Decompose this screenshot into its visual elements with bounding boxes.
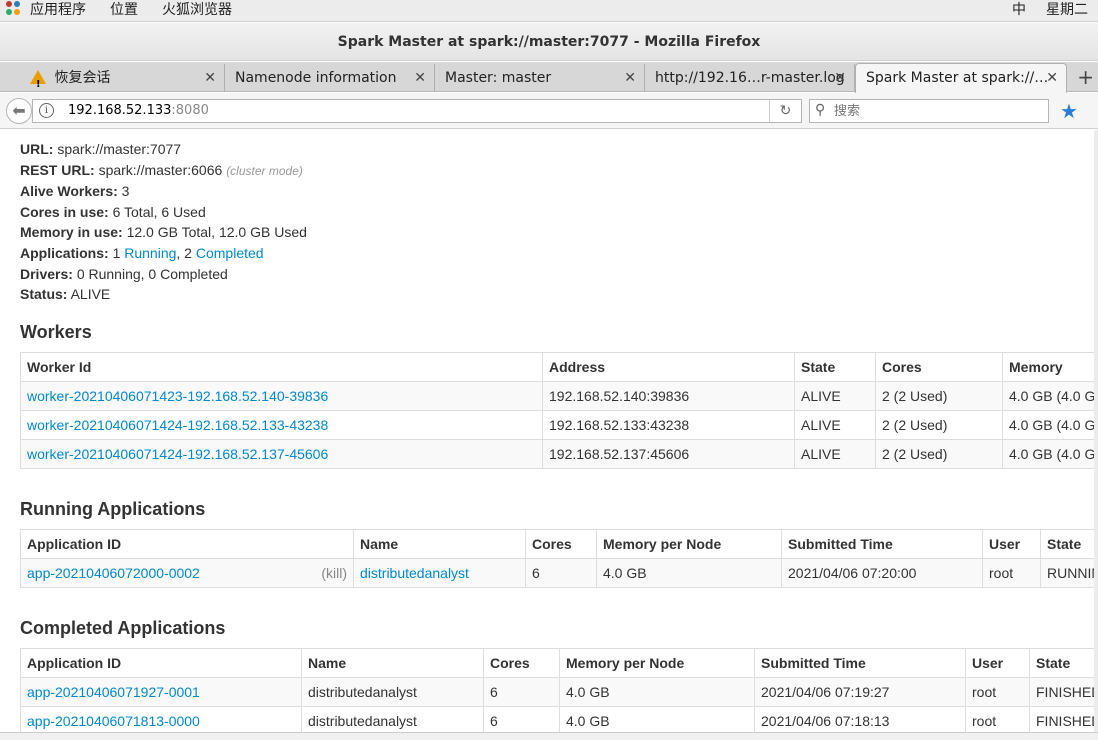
status-value: ALIVE [70,286,111,303]
column-header[interactable]: Memory [1002,352,1094,382]
tab-master[interactable]: Master: master ✕ [435,64,645,92]
search-bar[interactable]: ⚲ [809,99,1049,123]
cores-in-use: 6 Total, 6 Used [112,203,206,220]
master-summary: URL: spark://master:7077 REST URL: spark… [20,141,307,303]
workers-heading[interactable]: Workers [20,322,92,343]
close-tab-icon[interactable]: ✕ [1046,64,1058,92]
column-header[interactable]: User [965,648,1030,678]
column-header[interactable]: Memory per Node [596,529,782,559]
desktop-top-panel: 应用程序 位置 火狐浏览器 中 星期二 [0,0,1098,22]
tab-log[interactable]: http://192.16…r-master.log ✕ [645,64,855,92]
table-row: worker-20210406071424-192.168.52.133-432… [20,410,1094,440]
column-header[interactable]: User [982,529,1041,559]
running-apps-link[interactable]: Running [124,245,176,261]
table-row: worker-20210406071424-192.168.52.137-456… [20,439,1094,469]
tab-label: http://192.16…r-master.log [655,70,845,86]
rest-url: spark://master:6066 [98,161,223,178]
column-header[interactable]: State [1040,529,1094,559]
url-bar[interactable]: i 192.168.52.133:8080 ↻ [32,99,802,123]
applications-menu-icon[interactable] [6,1,24,19]
column-header[interactable]: Name [301,648,484,678]
completed-apps-heading[interactable]: Completed Applications [20,618,225,639]
column-header[interactable]: Worker Id [20,352,543,382]
column-header[interactable]: Submitted Time [754,648,966,678]
table-row: app-20210406072000-0002 (kill) distribute… [20,558,1094,588]
column-header[interactable]: State [794,352,876,382]
column-header[interactable]: Cores [483,648,560,678]
navigation-bar: i 192.168.52.133:8080 ↻ ⬅ ⚲ ★ [0,93,1098,129]
tab-label: Master: master [445,70,552,86]
running-apps-heading[interactable]: Running Applications [20,499,205,520]
table-row: app-20210406071813-0000 distributedanaly… [20,706,1094,732]
column-header[interactable]: Cores [875,352,1003,382]
site-info-icon[interactable]: i [39,103,54,118]
search-input[interactable] [834,102,1034,120]
clock[interactable]: 星期二 [1046,1,1088,19]
window-title: Spark Master at spark://master:7077 - Mo… [0,23,1098,61]
column-header[interactable]: Address [542,352,795,382]
app-link[interactable]: app-20210406072000-0002 [27,565,200,581]
app-link[interactable]: app-20210406071927-0001 [27,684,200,700]
bookmark-star-icon[interactable]: ★ [1060,99,1078,123]
tab-spark-master[interactable]: Spark Master at spark://… ✕ [855,63,1067,93]
column-header[interactable]: Submitted Time [781,529,983,559]
column-header[interactable]: State [1029,648,1094,678]
app-name-link[interactable]: distributedanalyst [360,565,469,581]
tab-namenode[interactable]: Namenode information ✕ [225,64,435,92]
back-arrow-icon: ⬅ [12,101,26,120]
firefox-menu[interactable]: 火狐浏览器 [162,1,232,19]
tab-label: Namenode information [235,70,397,86]
warning-icon [30,70,46,92]
applications-menu[interactable]: 应用程序 [30,1,86,19]
completed-apps-table: Application ID Name Cores Memory per Nod… [20,648,1094,732]
column-header[interactable]: Application ID [20,648,302,678]
taskbar-strip [0,732,1098,740]
master-url: spark://master:7077 [57,141,182,157]
table-row: app-20210406071927-0001 distributedanaly… [20,677,1094,707]
tab-label: Spark Master at spark://… [866,70,1049,86]
kill-link[interactable]: (kill) [321,565,347,581]
new-tab-icon[interactable]: + [1077,64,1094,90]
url-text[interactable]: 192.168.52.133:8080 [68,103,209,118]
close-tab-icon[interactable]: ✕ [204,64,216,92]
close-tab-icon[interactable]: ✕ [624,64,636,92]
back-button[interactable]: ⬅ [6,98,32,124]
workers-table: Worker Id Address State Cores Memory wor… [20,352,1094,469]
input-method-indicator[interactable]: 中 [1012,1,1026,19]
alive-workers: 3 [121,183,130,200]
tab-restore-session[interactable]: 恢复会话 ✕ [20,64,225,92]
completed-apps-link[interactable]: Completed [196,245,264,261]
window-right-edge [1094,130,1098,740]
close-tab-icon[interactable]: ✕ [834,64,846,92]
reload-icon[interactable]: ↻ [769,100,801,122]
page-content: URL: spark://master:7077 REST URL: spark… [0,130,1094,732]
tab-label: 恢复会话 [54,70,111,86]
worker-link[interactable]: worker-20210406071423-192.168.52.140-398… [27,388,328,404]
tab-strip: 恢复会话 ✕ Namenode information ✕ Master: ma… [0,62,1098,93]
app-link[interactable]: app-20210406071813-0000 [27,713,200,729]
running-apps-table: Application ID Name Cores Memory per Nod… [20,529,1094,588]
column-header[interactable]: Application ID [20,529,354,559]
places-menu[interactable]: 位置 [110,1,138,19]
column-header[interactable]: Cores [525,529,597,559]
worker-link[interactable]: worker-20210406071424-192.168.52.137-456… [27,446,328,462]
column-header[interactable]: Memory per Node [559,648,755,678]
drivers: 0 Running, 0 Completed [76,265,228,282]
close-tab-icon[interactable]: ✕ [414,64,426,92]
worker-link[interactable]: worker-20210406071424-192.168.52.133-432… [27,417,328,433]
search-icon: ⚲ [815,102,826,118]
column-header[interactable]: Name [353,529,526,559]
table-row: worker-20210406071423-192.168.52.140-398… [20,381,1094,411]
memory-in-use: 12.0 GB Total, 12.0 GB Used [126,224,307,241]
